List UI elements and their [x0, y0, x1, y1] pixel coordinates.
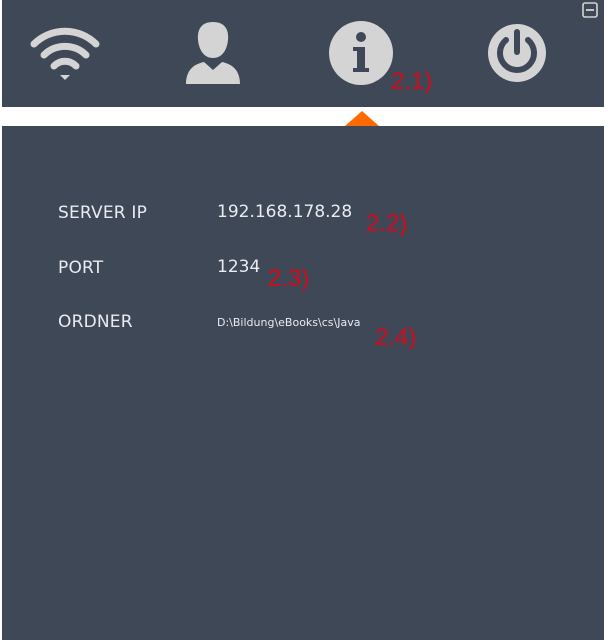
annotation-2-4: 2.4) — [375, 324, 417, 351]
tab-info[interactable] — [326, 18, 396, 88]
minimize-button[interactable] — [582, 2, 598, 18]
user-icon — [186, 22, 240, 84]
server-ip-value: 192.168.178.28 — [217, 202, 353, 222]
folder-value: D:\Bildung\eBooks\cs\Java — [217, 316, 361, 329]
tab-user[interactable] — [178, 18, 248, 88]
annotation-2-1: 2.1) — [391, 68, 433, 95]
active-tab-indicator — [345, 111, 379, 126]
annotation-2-3: 2.3) — [268, 265, 310, 292]
wifi-icon — [30, 27, 100, 80]
app-window: 2.1) SERVER IP 192.168.178.28 2.2) PORT … — [2, 0, 604, 640]
info-icon — [329, 21, 393, 85]
server-ip-label: SERVER IP — [58, 203, 148, 223]
port-value: 1234 — [217, 257, 261, 277]
power-icon — [488, 24, 546, 82]
top-toolbar: 2.1) — [2, 0, 604, 107]
minimize-icon — [582, 2, 598, 18]
tab-wifi[interactable] — [30, 18, 100, 88]
folder-label: ORDNER — [58, 312, 133, 332]
annotation-2-2: 2.2) — [366, 210, 408, 237]
tab-power[interactable] — [482, 18, 552, 88]
port-label: PORT — [58, 258, 104, 278]
info-panel: SERVER IP 192.168.178.28 2.2) PORT 1234 … — [2, 126, 604, 640]
tab-indicator-bar — [2, 107, 604, 126]
